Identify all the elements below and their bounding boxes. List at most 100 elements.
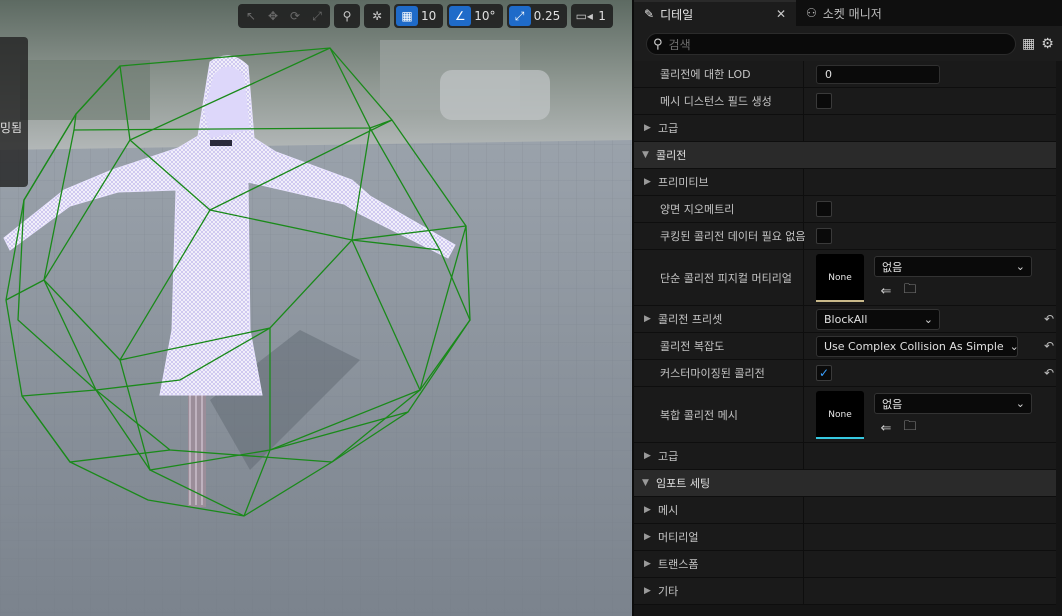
collapse-arrow-icon: ▼ (642, 478, 649, 488)
rotation-snap-value[interactable]: 10° (471, 9, 500, 23)
property-label: 쿠킹된 콜리전 데이터 필요 없음 (634, 223, 806, 249)
category-label: 임포트 세팅 (656, 477, 711, 490)
search-input[interactable]: ⚲ 검색 (646, 33, 1016, 55)
rotation-snap-icon[interactable]: ∠ (449, 6, 472, 26)
grid-snap-icon[interactable]: ▦ (396, 6, 418, 26)
simple-material-combo[interactable]: 없음 ⌄ (874, 256, 1032, 277)
expand-arrow-icon: ▶ (644, 505, 651, 515)
advanced-expander[interactable]: ▶ 고급 (634, 115, 1056, 142)
property-label: 고급 (658, 122, 679, 135)
property-label: 콜리전 복잡도 (634, 333, 804, 359)
rotation-snap-group: ∠ 10° (447, 4, 503, 28)
property-label: 커스터마이징된 콜리전 (634, 360, 804, 386)
expand-arrow-icon[interactable]: ▶ (644, 314, 658, 324)
close-icon[interactable]: ✕ (776, 7, 786, 21)
primitive-expander[interactable]: ▶ 프리미티브 (634, 169, 1056, 196)
tab-socket-manager-label: 소켓 매니저 (822, 6, 882, 21)
scale-snap-value[interactable]: 0.25 (531, 9, 566, 23)
use-selected-icon[interactable]: ⇐ (878, 283, 894, 299)
world-local-toggle-icon[interactable]: ✲ (366, 6, 388, 26)
combo-value: 없음 (882, 260, 903, 274)
advanced-expander[interactable]: ▶ 고급 (634, 443, 1056, 470)
surface-snap-group: ⚲ (334, 4, 360, 28)
reset-to-default-icon[interactable]: ↶ (1044, 312, 1054, 326)
complex-mesh-thumbnail[interactable]: None (816, 390, 864, 439)
property-label: 메시 (658, 504, 679, 517)
property-label: 고급 (658, 450, 679, 463)
customized-collision-checkbox[interactable]: ✓ (816, 365, 832, 381)
panel-scrollbar[interactable] (1056, 61, 1062, 616)
thumbnail-label: None (828, 272, 852, 283)
collision-complexity-combo[interactable]: Use Complex Collision As Simple ⌄ (816, 335, 1019, 357)
expand-arrow-icon: ▶ (644, 451, 651, 461)
property-row: 복합 콜리전 메시 None 없음 ⌄ ⇐ 🗀 (634, 387, 1056, 443)
grid-snap-value[interactable]: 10 (418, 9, 441, 23)
complex-mesh-combo[interactable]: 없음 ⌄ (874, 393, 1032, 414)
combo-value: Use Complex Collision As Simple (824, 339, 1004, 353)
expand-arrow-icon: ▶ (644, 177, 651, 187)
gear-icon[interactable]: ⚙ (1041, 36, 1054, 52)
chevron-down-icon: ⌄ (1009, 339, 1019, 353)
use-selected-icon[interactable]: ⇐ (878, 420, 894, 436)
collision-preset-combo[interactable]: BlockAll ⌄ (816, 308, 940, 330)
tab-socket-manager[interactable]: ⚇ 소켓 매니저 (796, 0, 892, 26)
camera-speed-group: ▭◂ 1 (571, 4, 613, 28)
property-label: 기타 (658, 585, 679, 598)
reset-to-default-icon[interactable]: ↶ (1044, 366, 1054, 380)
property-row: 커스터마이징된 콜리전 ✓ ↶ (634, 360, 1056, 387)
select-mode-icon[interactable]: ↖ (240, 6, 262, 26)
mesh-expander[interactable]: ▶ 메시 (634, 497, 1056, 524)
lod-input[interactable]: 0 (816, 64, 940, 84)
material-expander[interactable]: ▶ 머티리얼 (634, 524, 1056, 551)
property-label: 머티리얼 (658, 531, 699, 544)
property-label: 단순 콜리전 피지컬 머티리얼 (634, 250, 804, 305)
move-mode-icon[interactable]: ✥ (262, 6, 284, 26)
level-viewport[interactable]: 밍됨 ↖ ✥ ⟳ ⤢ ⚲ ✲ ▦ 10 ∠ 10° ⤢ 0.25 ▭◂ 1 (0, 0, 632, 616)
collapsed-side-tab[interactable]: 밍됨 (0, 37, 28, 187)
property-row: 단순 콜리전 피지컬 머티리얼 None 없음 ⌄ ⇐ 🗀 (634, 250, 1056, 306)
misc-expander[interactable]: ▶ 기타 (634, 578, 1056, 605)
reset-to-default-icon[interactable]: ↶ (1044, 339, 1054, 353)
property-row: ▶ 콜리전 프리셋 BlockAll ⌄ ↶ (634, 306, 1056, 333)
camera-speed-value[interactable]: 1 (595, 9, 611, 23)
property-label: 트랜스폼 (658, 558, 699, 571)
transform-expander[interactable]: ▶ 트랜스폼 (634, 551, 1056, 578)
category-collision[interactable]: ▼ 콜리전 (634, 142, 1056, 169)
distance-field-checkbox[interactable] (816, 93, 832, 109)
grid-snap-group: ▦ 10 (394, 4, 444, 28)
category-import-settings[interactable]: ▼ 임포트 세팅 (634, 470, 1056, 497)
scale-snap-group: ⤢ 0.25 (506, 4, 568, 28)
property-row: 양면 지오메트리 (634, 196, 1056, 223)
property-label: 콜리전 프리셋 (658, 313, 723, 326)
scale-mode-icon[interactable]: ⤢ (306, 6, 328, 26)
cooked-collision-checkbox[interactable] (816, 228, 832, 244)
details-panel: ✎ 디테일 ✕ ⚇ 소켓 매니저 ⚲ 검색 ▦ ⚙ 콜리전에 대한 LOD 0 … (632, 0, 1062, 616)
double-sided-checkbox[interactable] (816, 201, 832, 217)
search-placeholder: 검색 (668, 37, 691, 52)
tab-details-label: 디테일 (660, 7, 694, 22)
browse-asset-icon[interactable]: 🗀 (902, 282, 918, 299)
simple-material-thumbnail[interactable]: None (816, 253, 864, 302)
property-label: 메시 디스턴스 필드 생성 (634, 88, 804, 114)
expand-arrow-icon: ▶ (644, 532, 651, 542)
rotate-mode-icon[interactable]: ⟳ (284, 6, 306, 26)
socket-icon: ⚇ (806, 6, 817, 20)
side-tab-label: 밍됨 (0, 121, 23, 135)
transform-tools: ↖ ✥ ⟳ ⤢ (238, 4, 330, 28)
tab-details[interactable]: ✎ 디테일 ✕ (634, 0, 796, 26)
chevron-down-icon: ⌄ (1015, 397, 1025, 410)
search-icon: ⚲ (653, 36, 663, 52)
property-label: 콜리전에 대한 LOD (634, 61, 804, 87)
surface-snapping-icon[interactable]: ⚲ (336, 6, 358, 26)
category-label: 콜리전 (656, 149, 687, 162)
asset-type-bar (816, 436, 864, 439)
camera-speed-icon[interactable]: ▭◂ (573, 6, 595, 26)
panel-tabbar: ✎ 디테일 ✕ ⚇ 소켓 매니저 (634, 0, 1062, 26)
property-label: 프리미티브 (658, 176, 709, 189)
viewport-toolbar: ↖ ✥ ⟳ ⤢ ⚲ ✲ ▦ 10 ∠ 10° ⤢ 0.25 ▭◂ 1 (238, 4, 617, 28)
scale-snap-icon[interactable]: ⤢ (508, 6, 531, 26)
table-view-icon[interactable]: ▦ (1022, 36, 1035, 52)
property-label: 양면 지오메트리 (634, 196, 804, 222)
property-row: 메시 디스턴스 필드 생성 (634, 88, 1056, 115)
browse-asset-icon[interactable]: 🗀 (902, 419, 918, 436)
